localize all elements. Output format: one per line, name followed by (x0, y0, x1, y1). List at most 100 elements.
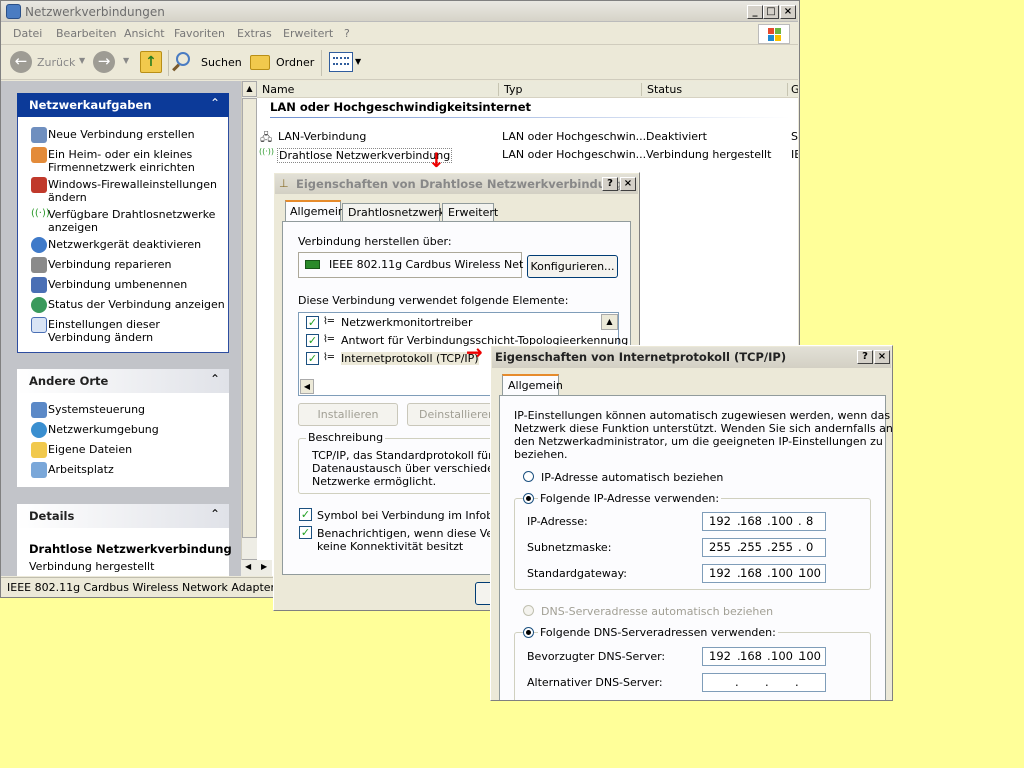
scroll-thumb[interactable] (242, 98, 257, 538)
elements-vscroll-up[interactable]: ▲ (601, 314, 618, 330)
manual-ip-group: Folgende IP-Adresse verwenden: IP-Adress… (514, 492, 871, 590)
task-repair-connection[interactable]: Verbindung reparieren (48, 258, 172, 271)
octet-2: 168 (740, 566, 762, 580)
other-places-header[interactable]: Andere Orte ⌃ (17, 369, 229, 393)
intro-line: beziehen. (514, 448, 568, 461)
task-rename-connection[interactable]: Verbindung umbenennen (48, 278, 187, 291)
column-status[interactable]: Status (647, 83, 682, 96)
forward-dropdown-icon[interactable]: ▼ (123, 56, 129, 65)
tab-allgemein[interactable]: Allgemein (285, 200, 345, 222)
auto-ip-radio[interactable] (523, 471, 534, 482)
column-type[interactable]: Typ (504, 83, 523, 96)
task-home-network[interactable]: Ein Heim- oder ein kleines Firmennetzwer… (48, 148, 218, 174)
control-panel-icon (31, 402, 47, 418)
menu-ansicht[interactable]: Ansicht (124, 27, 165, 40)
repair-wrench-icon (31, 257, 47, 273)
network-tasks-header[interactable]: Netzwerkaufgaben ⌃ (17, 93, 229, 117)
elements-hscroll-left[interactable]: ◀ (300, 379, 314, 394)
task-pane-scrollbar[interactable]: ▲ ▼ (241, 81, 257, 576)
task-new-connection[interactable]: Neue Verbindung erstellen (48, 128, 195, 141)
back-button-label[interactable]: Zurück (37, 56, 75, 69)
help-button[interactable]: ? (857, 350, 873, 364)
menu-help[interactable]: ? (344, 27, 350, 40)
explorer-titlebar[interactable]: Netzwerkverbindungen _ □ × (1, 1, 798, 22)
collapse-chevron-icon[interactable]: ⌃ (210, 372, 220, 386)
other-places-title: Andere Orte (29, 374, 109, 388)
octet-3: 100 (771, 649, 793, 663)
task-wireless-networks[interactable]: Verfügbare Drahtlosnetzwerke anzeigen (48, 208, 218, 234)
search-button-label[interactable]: Suchen (201, 56, 242, 69)
element-checkbox[interactable]: ✓ (306, 334, 319, 347)
ip-address-field[interactable]: 192. 168. 100. 8 (702, 512, 826, 531)
forward-arrow-icon[interactable]: → (93, 51, 115, 73)
element-item[interactable]: Netzwerkmonitortreiber (341, 316, 472, 329)
task-change-settings[interactable]: Einstellungen dieser Verbindung ändern (48, 318, 223, 344)
menu-erweitert[interactable]: Erweitert (283, 27, 333, 40)
menu-bearbeiten[interactable]: Bearbeiten (56, 27, 116, 40)
task-disable-device[interactable]: Netzwerkgerät deaktivieren (48, 238, 201, 251)
list-item[interactable]: ((·)) Drahtlose Netzwerkverbindung LAN o… (257, 147, 798, 163)
tab-erweitert[interactable]: Erweitert (442, 203, 498, 222)
subnet-mask-field[interactable]: 255. 255. 255. 0 (702, 538, 826, 557)
column-name[interactable]: Name (262, 83, 294, 96)
firewall-icon (31, 177, 47, 193)
alternate-dns-field[interactable]: . . . (702, 673, 826, 692)
row-g: S (791, 130, 798, 143)
row-status: Deaktiviert (646, 130, 707, 143)
manual-dns-label[interactable]: Folgende DNS-Serveradressen verwenden: (538, 626, 778, 639)
back-arrow-icon[interactable]: ← (10, 51, 32, 73)
notify-checkbox[interactable]: ✓ (299, 526, 312, 539)
task-firewall-settings[interactable]: Windows-Firewalleinstellungen ändern (48, 178, 228, 204)
close-button[interactable]: × (780, 5, 796, 19)
tcpip-titlebar[interactable]: Eigenschaften von Internetprotokoll (TCP… (492, 347, 891, 368)
element-item-selected[interactable]: Internetprotokoll (TCP/IP) (341, 352, 479, 365)
properties-titlebar[interactable]: ⊥ Eigenschaften von Drahtlose Netzwerkve… (275, 174, 638, 194)
manual-ip-label[interactable]: Folgende IP-Adresse verwenden: (538, 492, 722, 505)
element-checkbox[interactable]: ✓ (306, 352, 319, 365)
place-control-panel[interactable]: Systemsteuerung (48, 403, 145, 416)
element-checkbox[interactable]: ✓ (306, 316, 319, 329)
folders-icon[interactable] (250, 55, 270, 70)
manual-ip-radio[interactable] (523, 493, 534, 504)
tab-allgemein[interactable]: Allgemein (502, 374, 563, 396)
back-dropdown-icon[interactable]: ▼ (79, 56, 85, 65)
auto-ip-label[interactable]: IP-Adresse automatisch beziehen (541, 471, 723, 484)
minimize-button[interactable]: _ (747, 5, 763, 19)
manual-dns-radio[interactable] (523, 627, 534, 638)
preferred-dns-field[interactable]: 192. 168. 100. 100 (702, 647, 826, 666)
octet-3: 255 (771, 540, 793, 554)
views-dropdown-icon[interactable]: ▼ (355, 57, 361, 66)
gateway-field[interactable]: 192. 168. 100. 100 (702, 564, 826, 583)
place-my-documents[interactable]: Eigene Dateien (48, 443, 132, 456)
description-line: Netzwerke ermöglicht. (312, 475, 437, 488)
collapse-chevron-icon[interactable]: ⌃ (210, 96, 220, 110)
annotation-arrow-down: ↓ (428, 148, 445, 172)
wireless-connection-icon: ((·)) (259, 147, 275, 156)
notify-label: keine Konnektivität besitzt (317, 540, 464, 553)
views-icon[interactable] (329, 52, 353, 72)
tab-drahtlosnetzwerke[interactable]: Drahtlosnetzwerke (342, 203, 451, 222)
folders-button-label[interactable]: Ordner (276, 56, 314, 69)
list-item[interactable]: 🖧 LAN-Verbindung LAN oder Hochgeschwin..… (257, 129, 798, 145)
details-header[interactable]: Details ⌃ (17, 504, 229, 528)
collapse-chevron-icon[interactable]: ⌃ (210, 507, 220, 521)
help-button[interactable]: ? (602, 177, 618, 191)
menu-datei[interactable]: Datei (13, 27, 42, 40)
place-my-computer[interactable]: Arbeitsplatz (48, 463, 114, 476)
configure-button[interactable]: Konfigurieren... (527, 255, 618, 278)
auto-dns-radio[interactable] (523, 605, 534, 616)
close-button[interactable]: × (620, 177, 636, 191)
hscrollbar[interactable]: ◀ ▶ (241, 560, 272, 576)
install-button[interactable]: Installieren (298, 403, 398, 426)
alternate-dns-label: Alternativer DNS-Server: (527, 676, 663, 689)
column-g[interactable]: G (791, 83, 798, 96)
up-folder-icon[interactable]: ↑ (140, 51, 162, 73)
explorer-title: Netzwerkverbindungen (25, 5, 165, 19)
place-network-neighborhood[interactable]: Netzwerkumgebung (48, 423, 159, 436)
tray-icon-checkbox[interactable]: ✓ (299, 508, 312, 521)
menu-favoriten[interactable]: Favoriten (174, 27, 225, 40)
menu-extras[interactable]: Extras (237, 27, 272, 40)
maximize-button[interactable]: □ (763, 5, 779, 19)
close-button[interactable]: × (874, 350, 890, 364)
task-connection-status[interactable]: Status der Verbindung anzeigen (48, 298, 225, 311)
